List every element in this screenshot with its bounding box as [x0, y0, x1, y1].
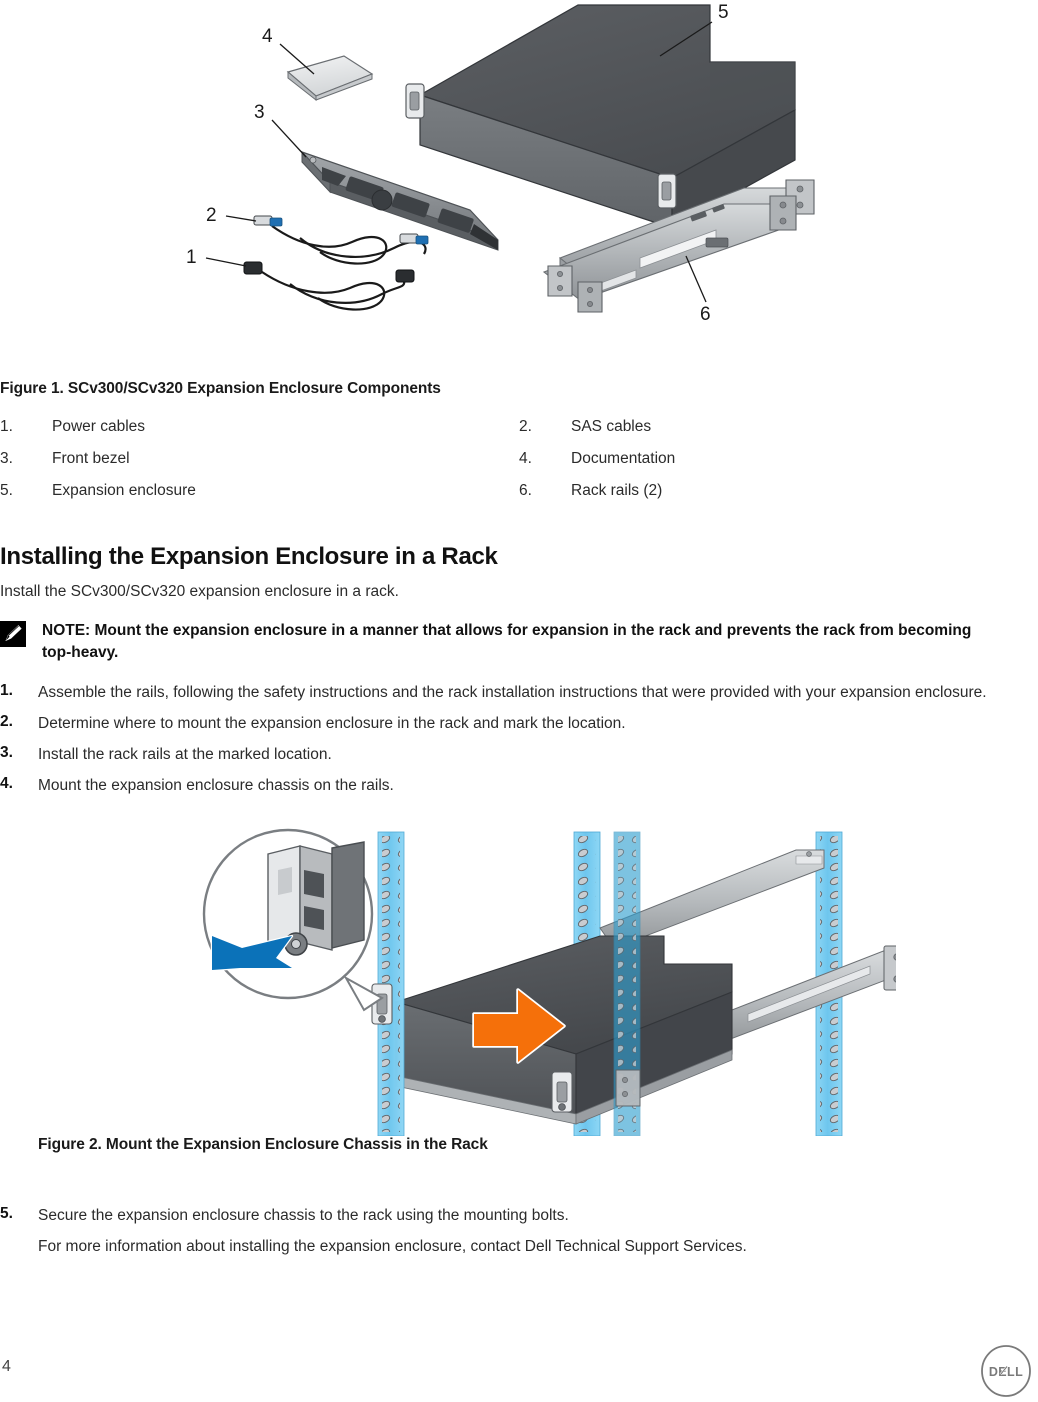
legend-number: 2.: [519, 418, 532, 435]
rail-bracket-front-right: [769, 195, 797, 231]
legend-item-4: 4. Documentation: [519, 450, 1038, 468]
legend-number: 3.: [0, 450, 13, 467]
rail-end-bracket: [883, 945, 911, 991]
legend-label: Documentation: [571, 450, 676, 467]
dell-logo: DELL: [980, 1345, 1032, 1397]
step-number: 2.: [0, 713, 13, 730]
svg-text:3: 3: [254, 102, 265, 123]
page-number: 4: [2, 1358, 11, 1375]
callout-6: 6: [685, 255, 711, 325]
document-page: 5 4 3 2 1 6 Figure 1. SCv300/SCv320 Expa…: [0, 0, 1038, 1400]
chassis-mount-ear-top: [371, 983, 393, 1025]
figure-1-legend: 1. Power cables 2. SAS cables 3. Front b…: [0, 418, 1038, 514]
sas-cables-illustration: [271, 225, 427, 265]
step-item: 1. Assemble the rails, following the saf…: [0, 682, 1038, 704]
legend-item-5: 5. Expansion enclosure: [0, 482, 519, 500]
magnifier-callout: [202, 828, 384, 1012]
legend-item-2: 2. SAS cables: [519, 418, 1038, 436]
note-pencil-icon: [0, 621, 26, 647]
step-item: 2. Determine where to mount the expansio…: [0, 713, 1038, 735]
installation-steps-continued: 5. Secure the expansion enclosure chassi…: [0, 1205, 1038, 1267]
callout-3: 3: [254, 102, 307, 158]
power-plug-right: [395, 269, 415, 283]
rear-bracket: [615, 1069, 641, 1107]
callout-2: 2: [206, 205, 257, 226]
chassis-latch-right: [657, 173, 677, 209]
step-number: 3.: [0, 744, 13, 761]
installation-steps-list: 1. Assemble the rails, following the saf…: [0, 682, 1038, 806]
callout-4: 4: [262, 26, 315, 75]
step-item: 3. Install the rack rails at the marked …: [0, 744, 1038, 766]
legend-number: 4.: [519, 450, 532, 467]
legend-number: 6.: [519, 482, 532, 499]
legend-item-3: 3. Front bezel: [0, 450, 519, 468]
step-text: Mount the expansion enclosure chassis on…: [38, 777, 394, 794]
legend-label: Expansion enclosure: [52, 482, 196, 499]
step-text: Assemble the rails, following the safety…: [38, 684, 987, 701]
step-text: Install the rack rails at the marked loc…: [38, 746, 332, 763]
legend-item-6: 6. Rack rails (2): [519, 482, 1038, 500]
step-text: Determine where to mount the expansion e…: [38, 715, 626, 732]
step-number: 1.: [0, 682, 13, 699]
svg-text:5: 5: [718, 2, 729, 23]
step-subtext: For more information about installing th…: [38, 1238, 747, 1255]
sas-connector-right: [399, 233, 429, 245]
rail-bracket-front-left: [577, 281, 603, 313]
figure-2-image: [196, 818, 913, 1137]
legend-number: 5.: [0, 482, 13, 499]
legend-label: SAS cables: [571, 418, 652, 435]
note-text: NOTE: Mount the expansion enclosure in a…: [42, 622, 972, 662]
step-text: Secure the expansion enclosure chassis t…: [38, 1207, 569, 1224]
note-block: NOTE: Mount the expansion enclosure in a…: [0, 620, 1020, 665]
legend-label: Power cables: [52, 418, 146, 435]
legend-row: 1. Power cables 2. SAS cables: [0, 418, 1038, 450]
svg-text:4: 4: [262, 26, 273, 47]
step-number: 5.: [0, 1205, 13, 1222]
svg-text:1: 1: [186, 247, 197, 268]
sas-connector-left: [253, 215, 283, 227]
chassis-mount-ear-bottom: [551, 1071, 573, 1113]
svg-text:2: 2: [206, 205, 217, 226]
legend-row: 5. Expansion enclosure 6. Rack rails (2): [0, 482, 1038, 514]
chassis-latch-left: [405, 83, 425, 119]
legend-label: Front bezel: [52, 450, 130, 467]
rail-bracket-back-left: [547, 265, 573, 297]
step-item: 5. Secure the expansion enclosure chassi…: [0, 1205, 1038, 1258]
power-cables-illustration: [261, 271, 406, 311]
figure-2-caption: Figure 2. Mount the Expansion Enclosure …: [38, 1136, 488, 1153]
step-text-group: Secure the expansion enclosure chassis t…: [38, 1205, 1038, 1258]
callout-1: 1: [186, 247, 247, 268]
figure-1-caption: Figure 1. SCv300/SCv320 Expansion Enclos…: [0, 380, 441, 397]
figure-1-image: 5 4 3 2 1 6: [0, 0, 1038, 355]
legend-item-1: 1. Power cables: [0, 418, 519, 436]
step-number: 4.: [0, 775, 13, 792]
page-title: Installing the Expansion Enclosure in a …: [0, 543, 498, 570]
step-item: 4. Mount the expansion enclosure chassis…: [0, 775, 1038, 797]
svg-text:6: 6: [700, 304, 711, 325]
legend-row: 3. Front bezel 4. Documentation: [0, 450, 1038, 482]
intro-paragraph: Install the SCv300/SCv320 expansion encl…: [0, 583, 399, 600]
legend-label: Rack rails (2): [571, 482, 663, 499]
power-plug-left: [243, 261, 263, 275]
legend-number: 1.: [0, 418, 13, 435]
